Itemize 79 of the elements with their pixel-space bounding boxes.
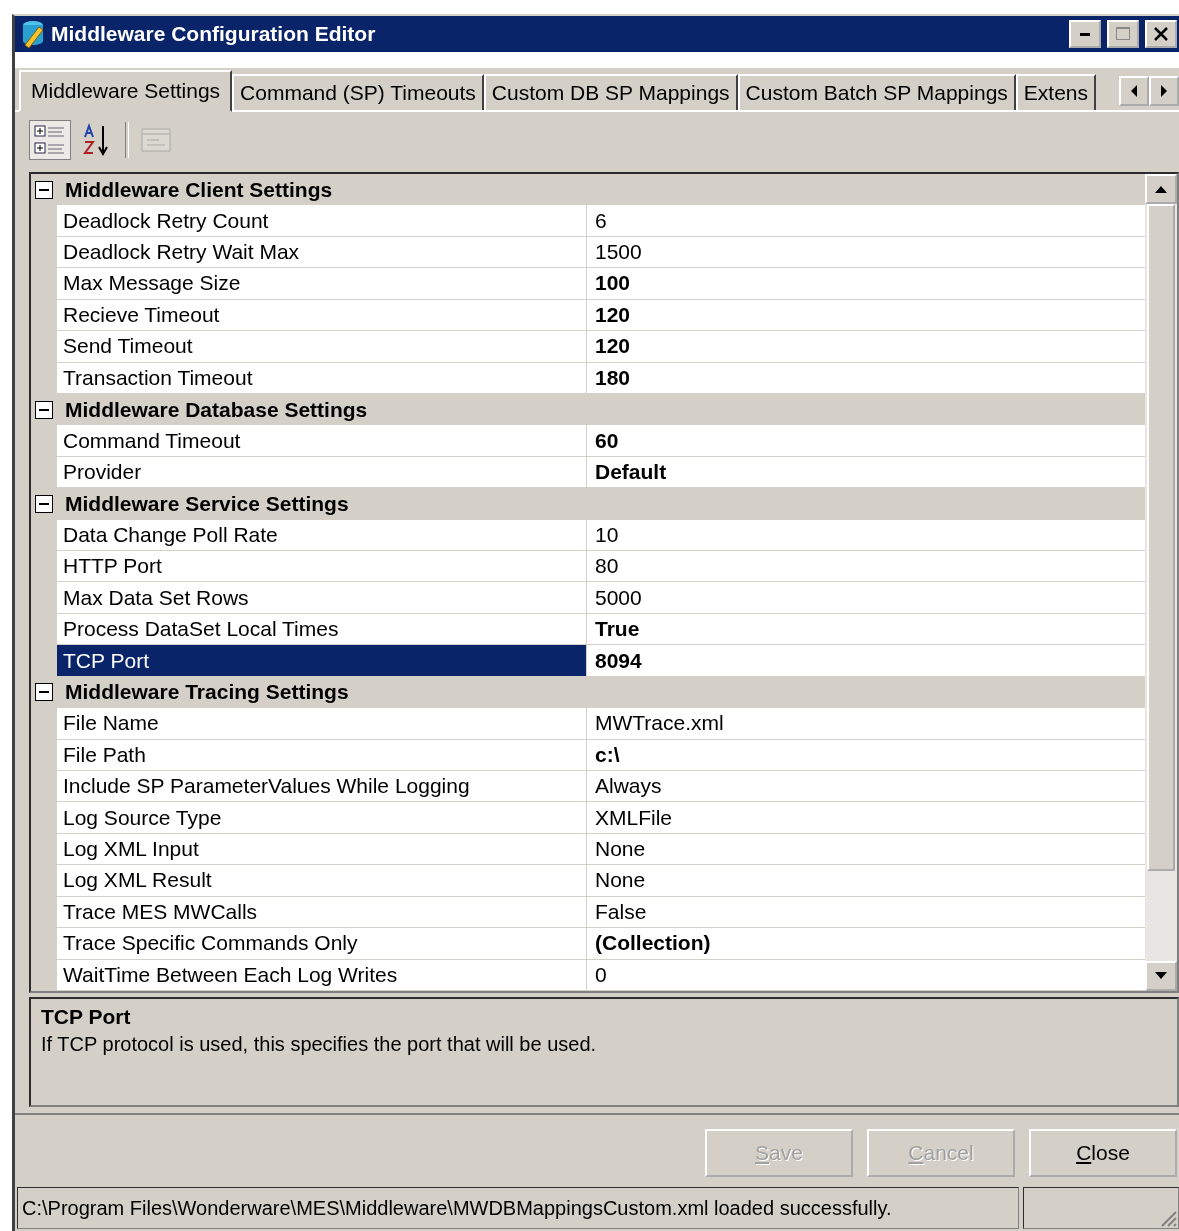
tab[interactable]: Command (SP) Timeouts <box>232 74 484 110</box>
collapse-icon[interactable] <box>35 494 53 513</box>
property-name[interactable]: Deadlock Retry Count <box>57 205 587 237</box>
property-name[interactable]: Trace MES MWCalls <box>57 896 587 929</box>
category-name: Middleware Database Settings <box>64 397 368 422</box>
property-name[interactable]: Log Source Type <box>57 802 587 834</box>
collapse-icon[interactable] <box>35 683 53 702</box>
property-name[interactable]: Max Message Size <box>57 268 587 300</box>
tab[interactable]: Custom Batch SP Mappings <box>737 74 1016 110</box>
collapse-icon[interactable] <box>35 400 53 419</box>
tab-scroll-left-button[interactable] <box>1119 76 1149 106</box>
tab[interactable]: Middleware Settings <box>19 70 233 112</box>
property-value[interactable]: (Collection) <box>587 928 1145 960</box>
property-value[interactable]: 5000 <box>587 582 1145 614</box>
property-name[interactable]: Command Timeout <box>57 425 587 457</box>
property-name[interactable]: File Name <box>57 708 587 740</box>
property-name[interactable]: Trace Specific Commands Only <box>57 928 587 960</box>
scroll-up-button[interactable] <box>1145 174 1177 204</box>
minimize-button[interactable] <box>1069 20 1101 48</box>
property-name[interactable]: TCP Port <box>57 645 587 677</box>
property-value[interactable]: 120 <box>587 299 1145 332</box>
property-name[interactable]: WaitTime Between Each Log Writes <box>57 959 587 991</box>
property-value[interactable]: False <box>587 896 1145 929</box>
property-name[interactable]: Recieve Timeout <box>57 299 587 332</box>
tab[interactable]: Custom DB SP Mappings <box>483 74 738 110</box>
window-title: Middleware Configuration Editor <box>51 22 377 46</box>
property-value[interactable]: 6 <box>587 205 1145 237</box>
tab[interactable]: Extens <box>1015 74 1096 110</box>
property-value[interactable]: True <box>587 613 1145 646</box>
tab-scroll-right-button[interactable] <box>1149 76 1179 106</box>
categorized-button[interactable] <box>29 120 71 160</box>
property-name[interactable]: Transaction Timeout <box>57 362 587 394</box>
property-name[interactable]: HTTP Port <box>57 551 587 583</box>
property-name[interactable]: File Path <box>57 739 587 771</box>
close-icon <box>1153 26 1169 42</box>
dialog-button[interactable]: Close <box>1029 1129 1177 1177</box>
right-arrow-icon <box>1158 84 1170 98</box>
close-window-button[interactable] <box>1145 20 1177 48</box>
property-value[interactable]: XMLFile <box>587 802 1145 834</box>
property-value[interactable]: 120 <box>587 331 1145 363</box>
property-name[interactable]: Deadlock Retry Wait Max <box>57 236 587 269</box>
property-value[interactable]: 180 <box>587 362 1145 394</box>
property-name[interactable]: Data Change Poll Rate <box>57 519 587 552</box>
up-arrow-icon <box>1154 184 1168 194</box>
vertical-scrollbar[interactable] <box>1145 174 1177 991</box>
property-value[interactable]: 60 <box>587 425 1145 457</box>
description-text: If TCP protocol is used, this specifies the port that will be used. <box>41 1033 598 1056</box>
description-title: TCP Port <box>41 1005 132 1029</box>
property-value[interactable]: MWTrace.xml <box>587 708 1145 740</box>
categorized-icon <box>33 123 67 157</box>
down-arrow-icon <box>1154 971 1168 981</box>
property-value[interactable]: None <box>587 865 1145 897</box>
scroll-thumb[interactable] <box>1147 204 1175 871</box>
maximize-icon <box>1115 26 1131 42</box>
property-value[interactable]: 80 <box>587 551 1145 583</box>
status-text: C:\Program Files\Wonderware\MES\Middleware\MWDBMappingsCustom.xml loaded successfully. <box>17 1187 1019 1229</box>
property-name[interactable]: Max Data Set Rows <box>57 582 587 614</box>
property-name[interactable]: Send Timeout <box>57 331 587 363</box>
minimize-icon <box>1080 32 1090 36</box>
property-value[interactable]: None <box>587 833 1145 866</box>
property-name[interactable]: Log XML Result <box>57 865 587 897</box>
property-value[interactable]: Always <box>587 771 1145 803</box>
scroll-down-button[interactable] <box>1145 961 1177 991</box>
property-value[interactable]: 100 <box>587 268 1145 300</box>
property-name[interactable]: Provider <box>57 456 587 489</box>
property-name[interactable]: Log XML Input <box>57 833 587 866</box>
property-name[interactable]: Include SP ParameterValues While Logging <box>57 771 587 803</box>
property-name[interactable]: Process DataSet Local Times <box>57 613 587 646</box>
category-name: Middleware Tracing Settings <box>64 680 349 705</box>
property-value[interactable]: 0 <box>587 959 1145 991</box>
maximize-button[interactable] <box>1107 20 1139 48</box>
property-value[interactable]: 8094 <box>587 645 1145 677</box>
category-name: Middleware Client Settings <box>64 177 333 202</box>
property-value[interactable]: 1500 <box>587 236 1145 269</box>
property-value[interactable]: Default <box>587 456 1145 489</box>
property-value[interactable]: 10 <box>587 519 1145 552</box>
collapse-icon[interactable] <box>35 180 53 199</box>
category-name: Middleware Service Settings <box>64 491 349 516</box>
property-value[interactable]: c:\ <box>587 739 1145 771</box>
